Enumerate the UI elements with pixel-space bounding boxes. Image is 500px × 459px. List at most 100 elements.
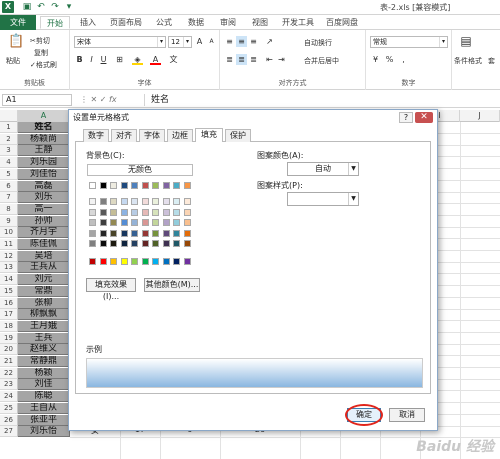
- conditional-format-button[interactable]: 条件格式: [454, 56, 482, 66]
- cell-a[interactable]: 张亚平: [18, 414, 70, 426]
- cancel-button[interactable]: 取消: [389, 408, 425, 422]
- tint-color-swatch[interactable]: [183, 208, 191, 216]
- cell-a[interactable]: 高一: [18, 203, 70, 215]
- row-header[interactable]: 26: [0, 414, 18, 426]
- tint-color-swatch[interactable]: [152, 229, 159, 237]
- cut-button[interactable]: ✂剪切: [30, 36, 50, 46]
- select-all-corner[interactable]: [0, 110, 18, 122]
- tab-alignment[interactable]: 对齐: [111, 129, 137, 142]
- pattern-style-select[interactable]: ▼: [287, 192, 359, 206]
- column-header-a[interactable]: A: [18, 110, 70, 122]
- tab-formulas[interactable]: 公式: [150, 16, 178, 29]
- close-button[interactable]: ✕: [415, 112, 433, 123]
- cell-a[interactable]: 杨颖: [18, 367, 70, 379]
- paste-button[interactable]: 粘贴: [6, 56, 20, 66]
- tint-color-swatch[interactable]: [120, 240, 128, 247]
- tint-color-swatch[interactable]: [131, 219, 138, 226]
- tint-color-swatch[interactable]: [141, 208, 149, 216]
- tint-color-swatch[interactable]: [183, 198, 191, 205]
- row-header[interactable]: 23: [0, 379, 18, 391]
- quick-access-icon[interactable]: ▾: [64, 2, 74, 12]
- cell-a[interactable]: 刘乐: [18, 192, 70, 204]
- tab-data[interactable]: 数据: [182, 16, 210, 29]
- theme-color-swatch[interactable]: [120, 182, 128, 189]
- standard-color-swatch[interactable]: [162, 258, 170, 265]
- bold-button[interactable]: B: [74, 54, 85, 65]
- cell-a[interactable]: 陈佳佩: [18, 239, 70, 250]
- row-header[interactable]: 19: [0, 332, 18, 344]
- tab-file[interactable]: 文件: [0, 15, 36, 30]
- currency-icon[interactable]: ¥: [370, 54, 381, 65]
- orientation-icon[interactable]: ↗: [264, 36, 275, 47]
- row-header[interactable]: 27: [0, 426, 18, 438]
- theme-color-swatch[interactable]: [152, 182, 159, 189]
- standard-color-swatch[interactable]: [99, 258, 107, 265]
- tint-color-swatch[interactable]: [89, 240, 96, 247]
- row-header[interactable]: 5: [0, 168, 18, 180]
- row-header[interactable]: 24: [0, 391, 18, 403]
- redo-icon[interactable]: ↷: [50, 2, 60, 12]
- formula-input[interactable]: 姓名: [144, 94, 498, 106]
- phonetic-button[interactable]: 文: [168, 54, 179, 65]
- row-header[interactable]: 25: [0, 402, 18, 414]
- row-header[interactable]: 22: [0, 367, 18, 379]
- cell-a[interactable]: 王静: [18, 145, 70, 157]
- tint-color-swatch[interactable]: [99, 198, 107, 205]
- tint-color-swatch[interactable]: [152, 208, 159, 216]
- cell-a[interactable]: 刘乐园: [18, 157, 70, 169]
- cell-a[interactable]: 张柳: [18, 297, 70, 309]
- cell-a[interactable]: 王月娥: [18, 320, 70, 332]
- theme-color-swatch[interactable]: [99, 182, 107, 189]
- tint-color-swatch[interactable]: [89, 208, 96, 216]
- align-center-icon[interactable]: ≣: [236, 54, 247, 65]
- row-header[interactable]: 1: [0, 122, 18, 133]
- tab-font[interactable]: 字体: [139, 129, 165, 142]
- row-header[interactable]: 12: [0, 250, 18, 262]
- tint-color-swatch[interactable]: [141, 219, 149, 226]
- fill-color-icon[interactable]: ◈: [132, 54, 143, 65]
- tint-color-swatch[interactable]: [120, 219, 128, 226]
- border-icon[interactable]: ⊞: [114, 54, 125, 65]
- tint-color-swatch[interactable]: [99, 219, 107, 226]
- copy-button[interactable]: 复制: [34, 48, 48, 58]
- standard-color-swatch[interactable]: [89, 258, 96, 265]
- cell-a[interactable]: 刘元: [18, 274, 70, 286]
- tint-color-swatch[interactable]: [131, 198, 138, 205]
- tint-color-swatch[interactable]: [131, 229, 138, 237]
- save-icon[interactable]: ▣: [22, 2, 32, 12]
- paste-icon[interactable]: 📋: [8, 35, 24, 52]
- cell-a[interactable]: 常鼎: [18, 285, 70, 297]
- row-header[interactable]: 11: [0, 239, 18, 250]
- tab-review[interactable]: 审阅: [214, 16, 242, 29]
- tint-color-swatch[interactable]: [141, 229, 149, 237]
- tint-color-swatch[interactable]: [173, 219, 180, 226]
- merge-center-button[interactable]: 合并后居中: [304, 56, 339, 66]
- tint-color-swatch[interactable]: [89, 219, 96, 226]
- tab-number[interactable]: 数字: [83, 129, 109, 142]
- tint-color-swatch[interactable]: [173, 240, 180, 247]
- tint-color-swatch[interactable]: [110, 229, 117, 237]
- tint-color-swatch[interactable]: [131, 240, 138, 247]
- row-header[interactable]: 7: [0, 192, 18, 204]
- row-header[interactable]: 10: [0, 227, 18, 239]
- tint-color-swatch[interactable]: [120, 198, 128, 205]
- row-header[interactable]: 21: [0, 356, 18, 367]
- tint-color-swatch[interactable]: [120, 229, 128, 237]
- cell-a[interactable]: 柳飘飘: [18, 309, 70, 321]
- italic-button[interactable]: I: [86, 54, 97, 65]
- row-header[interactable]: 16: [0, 297, 18, 309]
- cell-a[interactable]: 刘佳怡: [18, 168, 70, 180]
- tint-color-swatch[interactable]: [162, 198, 170, 205]
- tint-color-swatch[interactable]: [120, 208, 128, 216]
- standard-color-swatch[interactable]: [141, 258, 149, 265]
- tint-color-swatch[interactable]: [152, 219, 159, 226]
- tint-color-swatch[interactable]: [89, 198, 96, 205]
- tint-color-swatch[interactable]: [173, 229, 180, 237]
- font-color-button[interactable]: A: [150, 54, 161, 65]
- tab-protection[interactable]: 保护: [225, 129, 251, 142]
- cell-a[interactable]: 王兵从: [18, 262, 70, 274]
- format-painter-button[interactable]: ✓格式刷: [30, 60, 57, 70]
- tint-color-swatch[interactable]: [99, 240, 107, 247]
- tint-color-swatch[interactable]: [99, 208, 107, 216]
- cell-a[interactable]: 孙帅: [18, 215, 70, 227]
